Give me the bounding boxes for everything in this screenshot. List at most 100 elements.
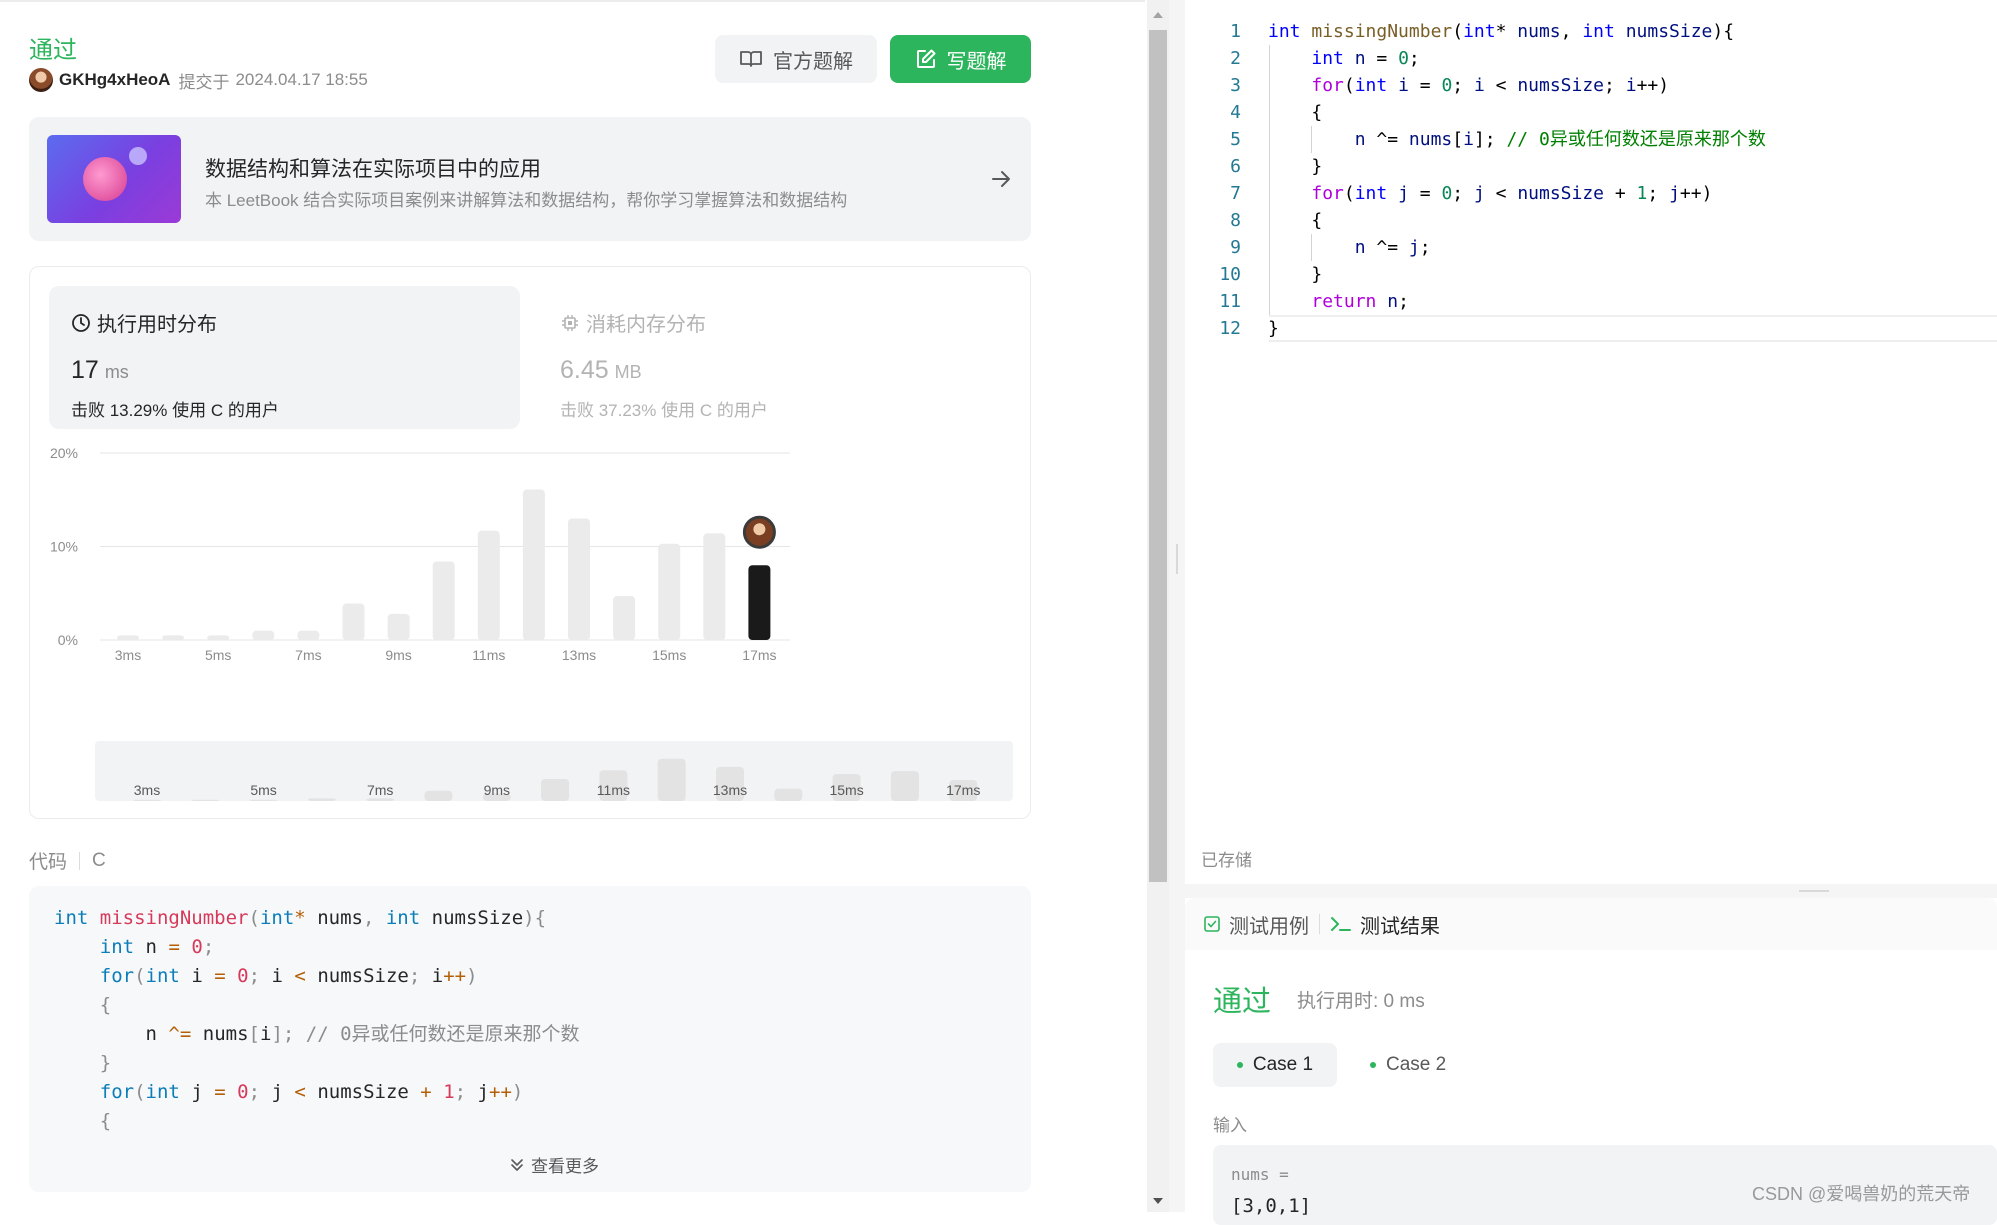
book-icon [740,51,762,67]
chart-range-navigator[interactable]: 3ms 5ms 7ms 9ms 11ms 13ms 15ms 17ms [95,741,1013,801]
y-tick-label: 20% [50,445,78,461]
code-language: C [92,849,106,871]
chart-bar[interactable] [658,543,681,640]
code-editor[interactable]: 1 int missingNumber(int* nums, int numsSi… [1185,0,1997,884]
tab-testcase[interactable]: 测试用例 [1203,910,1309,939]
x-tick-label: 11ms [472,647,505,663]
chart-bar[interactable] [613,596,636,640]
navigator-bar [890,771,919,801]
memory-distribution-tab[interactable]: 消耗内存分布 6.45 MB 击败 37.23% 使用 C 的用户 [538,286,1009,429]
edit-icon [916,49,935,68]
navigator-tick-label: 13ms [713,782,747,798]
chart-bar[interactable] [432,561,455,640]
case-1-tab[interactable]: Case 1 [1213,1043,1337,1087]
csdn-watermark: CSDN @爱喝兽奶的荒天帝 [1752,1184,1971,1204]
result-runtime: 执行用时: 0 ms [1297,991,1425,1012]
navigator-bar [133,799,161,801]
x-tick-label: 9ms [385,647,411,663]
case-2-tab[interactable]: Case 2 [1370,1043,1480,1087]
pass-dot-icon [1370,1062,1376,1068]
navigator-minichart: 3ms 5ms 7ms 9ms 11ms 13ms 15ms 17ms [133,758,980,801]
memory-beat: 击败 37.23% 使用 C 的用户 [560,401,768,420]
saved-status: 已存储 [1201,851,1252,870]
leetbook-cover-image [47,135,181,223]
chart-bar[interactable] [477,530,500,640]
code-preview: int missingNumber(int* nums, int numsSiz… [54,907,580,1132]
horizontal-pane-splitter[interactable] [1185,884,1997,898]
submission-status: 通过 [29,37,77,64]
navigator-tick-label: 5ms [250,782,276,798]
submitter-name[interactable]: GKHg4xHeoA [59,70,170,90]
chevrons-down-icon [511,1158,523,1171]
performance-stats-card: 执行用时分布 17 ms 击败 13.29% 使用 C 的用户 消耗内存分布 6… [29,266,1031,819]
case-2-label: Case 2 [1386,1054,1447,1075]
chart-bar[interactable] [522,489,545,640]
navigator-tick-label: 7ms [367,782,393,798]
left-pane-scrollbar[interactable] [1147,0,1169,1212]
code-section-label: 代码 C [29,847,106,874]
chart-bar[interactable] [342,603,365,640]
splitter-grip[interactable] [1176,544,1178,574]
view-more-button[interactable]: 查看更多 [509,1152,599,1177]
runtime-beat: 击败 13.29% 使用 C 的用户 [71,401,279,420]
write-solution-button[interactable]: 写题解 [890,35,1031,83]
scrollbar-thumb[interactable] [1149,30,1167,882]
official-solution-label: 官方题解 [773,50,853,73]
x-tick-label: 7ms [295,647,321,663]
chart-bar[interactable] [703,533,726,640]
splitter-grip[interactable] [1799,890,1829,892]
navigator-tick-label: 15ms [829,782,863,798]
memory-value: 6.45 [560,356,609,384]
current-line-highlight [1269,315,1997,342]
tab-test-result-label: 测试结果 [1360,915,1440,938]
navigator-bar [366,798,395,801]
chart-bar[interactable] [568,518,590,640]
navigator-bar [249,799,278,801]
chart-bar[interactable] [207,635,230,640]
memory-title: 消耗内存分布 [586,314,706,336]
x-tick-label: 5ms [205,647,231,663]
arrow-right-icon [992,171,1010,187]
avatar[interactable] [29,68,53,92]
divider [79,851,81,870]
memory-unit: MB [614,362,642,382]
chip-icon [562,314,578,331]
code-label: 代码 [29,852,68,873]
leetbook-promo-card[interactable]: 数据结构和算法在实际项目中的应用 本 LeetBook 结合实际项目案例来讲解算… [29,117,1031,241]
input-label: 输入 [1213,1116,1247,1135]
clock-icon [72,313,90,332]
runtime-distribution-chart[interactable]: 20% 10% 0% 3ms 5ms 7ms 9ms 11ms 13ms 15ms 17ms [30,437,1030,737]
write-solution-label: 写题解 [946,50,1007,73]
checkbox-icon [1204,916,1220,932]
tab-test-result[interactable]: 测试结果 [1330,910,1440,939]
submitted-code-block: int missingNumber(int* nums, int numsSiz… [29,886,1031,1192]
case-1-label: Case 1 [1252,1054,1314,1075]
view-more-label: 查看更多 [531,1157,599,1176]
result-status: 通过 [1213,986,1272,1018]
chart-bar[interactable] [387,613,410,640]
navigator-bar [774,788,803,801]
chart-bar[interactable] [252,630,275,640]
submitted-prefix: 提交于 [178,72,230,92]
y-tick-label: 10% [50,539,78,555]
x-tick-label: 15ms [652,647,686,663]
chart-bar[interactable] [117,635,139,640]
runtime-title: 执行用时分布 [97,314,217,336]
scroll-down-arrow-icon[interactable] [1153,1198,1163,1204]
highlighted-bar[interactable] [748,565,771,640]
scroll-up-arrow-icon[interactable] [1153,12,1163,18]
leetbook-description: 本 LeetBook 结合实际项目案例来讲解算法和数据结构，帮你学习掌握算法和数… [205,191,848,210]
tab-testcase-label: 测试用例 [1229,915,1309,938]
submission-detail-pane: 通过 GKHg4xHeoA 提交于 2024.04.17 18:55 官方题解 … [0,0,1145,1212]
test-result-panel: 测试用例 测试结果 通过 执行用时: 0 ms Case 1 Case 2 输入… [1185,898,1997,1225]
submitted-time: 2024.04.17 18:55 [235,70,368,89]
divider [1319,914,1320,934]
navigator-tick-label: 9ms [484,782,510,798]
runtime-distribution-tab[interactable]: 执行用时分布 17 ms 击败 13.29% 使用 C 的用户 [49,286,520,429]
terminal-icon [1331,917,1351,931]
chart-bar[interactable] [297,630,320,640]
chart-bar[interactable] [162,635,185,640]
official-solution-button[interactable]: 官方题解 [715,35,877,83]
vertical-pane-splitter[interactable] [1169,0,1185,1212]
navigator-tick-label: 3ms [134,782,160,798]
